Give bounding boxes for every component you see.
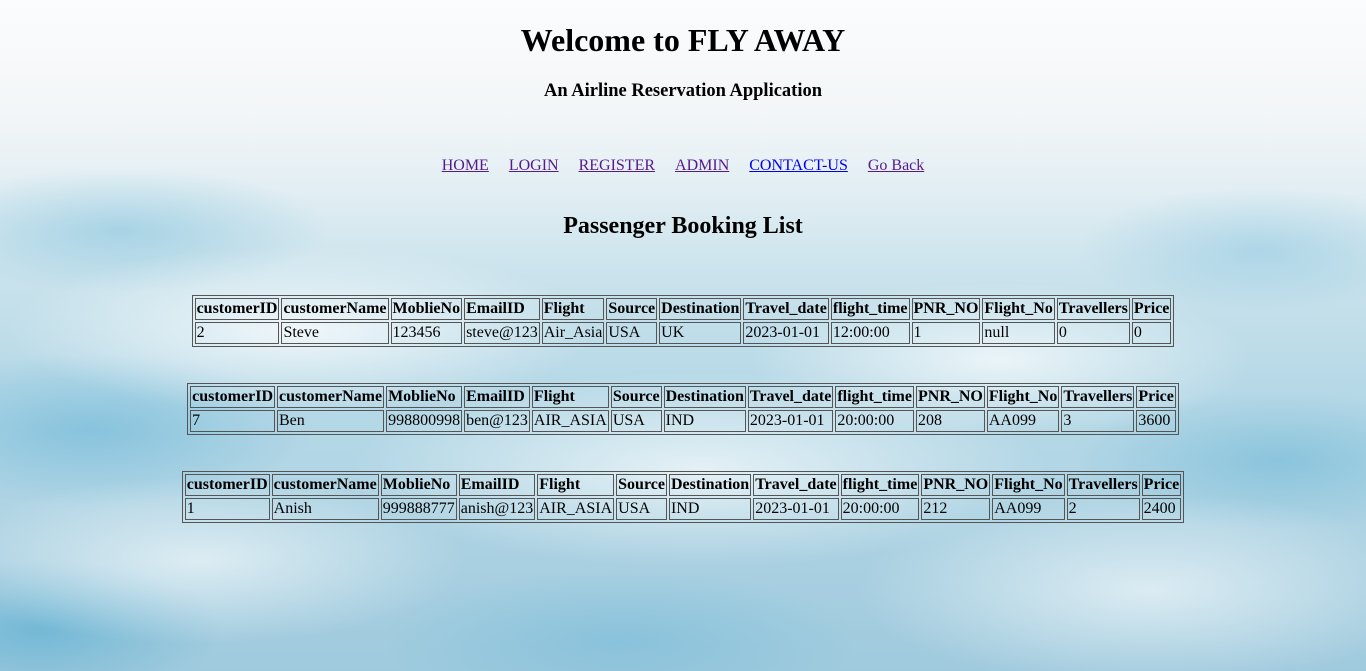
column-header-customer-name: customerName bbox=[271, 474, 379, 496]
cell-destination: UK bbox=[659, 322, 742, 344]
column-header-source: Source bbox=[606, 298, 658, 320]
column-header-customer-id: customerID bbox=[190, 386, 275, 408]
column-header-source: Source bbox=[610, 386, 662, 408]
column-header-email-id: EmailID bbox=[464, 386, 530, 408]
booking-table: customerID customerName MoblieNo EmailID… bbox=[187, 383, 1179, 435]
column-header-pnr-no: PNR_NO bbox=[911, 298, 981, 320]
column-header-customer-id: customerID bbox=[184, 474, 270, 496]
page-header-subtitle: An Airline Reservation Application bbox=[543, 81, 823, 101]
nav-link-go-back[interactable]: Go Back bbox=[868, 157, 924, 174]
column-header-flight-no: Flight_No bbox=[992, 474, 1065, 496]
nav-link-contact-us[interactable]: CONTACT-US bbox=[749, 157, 848, 174]
cell-flight: Air_Asia bbox=[541, 322, 605, 344]
column-header-customer-name: customerName bbox=[277, 386, 385, 408]
column-header-email-id: EmailID bbox=[464, 298, 540, 320]
column-header-mobile-no: MoblieNo bbox=[386, 386, 463, 408]
cell-flight: AIR_ASIA bbox=[531, 410, 609, 432]
cell-email-id: steve@123 bbox=[464, 322, 540, 344]
column-header-destination: Destination bbox=[663, 386, 746, 408]
cell-source: USA bbox=[616, 498, 667, 520]
cell-customer-name: Ben bbox=[277, 410, 385, 432]
nav-link-login[interactable]: LOGIN bbox=[509, 157, 559, 174]
cell-flight-time: 12:00:00 bbox=[830, 322, 910, 344]
cell-travellers: 2 bbox=[1066, 498, 1140, 520]
column-header-destination: Destination bbox=[659, 298, 742, 320]
column-header-mobile-no: MoblieNo bbox=[380, 474, 457, 496]
cell-source: USA bbox=[610, 410, 662, 432]
column-header-travellers: Travellers bbox=[1061, 386, 1135, 408]
cell-flight-no: null bbox=[982, 322, 1055, 344]
cell-pnr-no: 1 bbox=[911, 322, 981, 344]
column-header-destination: Destination bbox=[668, 474, 752, 496]
cell-price: 3600 bbox=[1136, 410, 1176, 432]
column-header-price: Price bbox=[1141, 474, 1182, 496]
column-header-flight: Flight bbox=[537, 474, 615, 496]
cell-flight-time: 20:00:00 bbox=[840, 498, 920, 520]
cell-travellers: 3 bbox=[1061, 410, 1135, 432]
booking-list-title: Passenger Booking List bbox=[563, 213, 803, 239]
column-header-travel-date: Travel_date bbox=[747, 386, 834, 408]
nav-link-register[interactable]: REGISTER bbox=[579, 157, 655, 174]
table-header-row: customerID customerName MoblieNo EmailID… bbox=[190, 386, 1176, 408]
column-header-flight-no: Flight_No bbox=[986, 386, 1060, 408]
cell-email-id: anish@123 bbox=[458, 498, 536, 520]
column-header-customer-id: customerID bbox=[194, 298, 280, 320]
cell-price: 0 bbox=[1131, 322, 1172, 344]
table-row: 7 Ben 998800998 ben@123 AIR_ASIA USA IND… bbox=[190, 410, 1176, 432]
cell-mobile-no: 999888777 bbox=[380, 498, 457, 520]
column-header-price: Price bbox=[1136, 386, 1176, 408]
column-header-email-id: EmailID bbox=[458, 474, 536, 496]
column-header-travel-date: Travel_date bbox=[743, 298, 829, 320]
cell-travel-date: 2023-01-01 bbox=[753, 498, 839, 520]
cell-flight-no: AA099 bbox=[986, 410, 1060, 432]
page-header-title: Welcome to FLY AWAY bbox=[520, 22, 846, 58]
cell-email-id: ben@123 bbox=[464, 410, 530, 432]
column-header-flight-time: flight_time bbox=[835, 386, 914, 408]
cell-customer-id: 1 bbox=[184, 498, 270, 520]
cell-travel-date: 2023-01-01 bbox=[747, 410, 834, 432]
table-row: 2 Steve 123456 steve@123 Air_Asia USA UK… bbox=[194, 322, 1172, 344]
nav-link-admin[interactable]: ADMIN bbox=[675, 157, 729, 174]
booking-table: customerID customerName MoblieNo EmailID… bbox=[181, 471, 1185, 523]
table-header-row: customerID customerName MoblieNo EmailID… bbox=[184, 474, 1182, 496]
nav-link-home[interactable]: HOME bbox=[442, 157, 489, 174]
cell-mobile-no: 123456 bbox=[390, 322, 463, 344]
cell-travellers: 0 bbox=[1056, 322, 1130, 344]
cell-customer-name: Anish bbox=[271, 498, 379, 520]
cell-destination: IND bbox=[663, 410, 746, 432]
column-header-travellers: Travellers bbox=[1066, 474, 1140, 496]
column-header-customer-name: customerName bbox=[281, 298, 389, 320]
column-header-pnr-no: PNR_NO bbox=[921, 474, 991, 496]
cell-pnr-no: 212 bbox=[921, 498, 991, 520]
column-header-travellers: Travellers bbox=[1056, 298, 1130, 320]
cell-price: 2400 bbox=[1141, 498, 1182, 520]
column-header-flight: Flight bbox=[541, 298, 605, 320]
booking-table: customerID customerName MoblieNo EmailID… bbox=[191, 295, 1175, 347]
table-row: 1 Anish 999888777 anish@123 AIR_ASIA USA… bbox=[184, 498, 1182, 520]
column-header-travel-date: Travel_date bbox=[753, 474, 839, 496]
main-nav: HOME LOGIN REGISTER ADMIN CONTACT-US Go … bbox=[0, 156, 1366, 176]
column-header-source: Source bbox=[616, 474, 667, 496]
cell-mobile-no: 998800998 bbox=[386, 410, 463, 432]
column-header-mobile-no: MoblieNo bbox=[390, 298, 463, 320]
column-header-flight-time: flight_time bbox=[830, 298, 910, 320]
column-header-price: Price bbox=[1131, 298, 1172, 320]
cell-customer-id: 2 bbox=[194, 322, 280, 344]
cell-travel-date: 2023-01-01 bbox=[743, 322, 829, 344]
column-header-flight: Flight bbox=[531, 386, 609, 408]
column-header-flight-no: Flight_No bbox=[982, 298, 1055, 320]
booking-tables-container: customerID customerName MoblieNo EmailID… bbox=[0, 295, 1366, 559]
cell-pnr-no: 208 bbox=[915, 410, 985, 432]
cell-destination: IND bbox=[668, 498, 752, 520]
cell-customer-id: 7 bbox=[190, 410, 275, 432]
cell-flight-no: AA099 bbox=[992, 498, 1065, 520]
cell-source: USA bbox=[606, 322, 658, 344]
column-header-pnr-no: PNR_NO bbox=[915, 386, 985, 408]
cell-flight-time: 20:00:00 bbox=[835, 410, 914, 432]
cell-customer-name: Steve bbox=[281, 322, 389, 344]
column-header-flight-time: flight_time bbox=[840, 474, 920, 496]
cell-flight: AIR_ASIA bbox=[537, 498, 615, 520]
table-header-row: customerID customerName MoblieNo EmailID… bbox=[194, 298, 1172, 320]
